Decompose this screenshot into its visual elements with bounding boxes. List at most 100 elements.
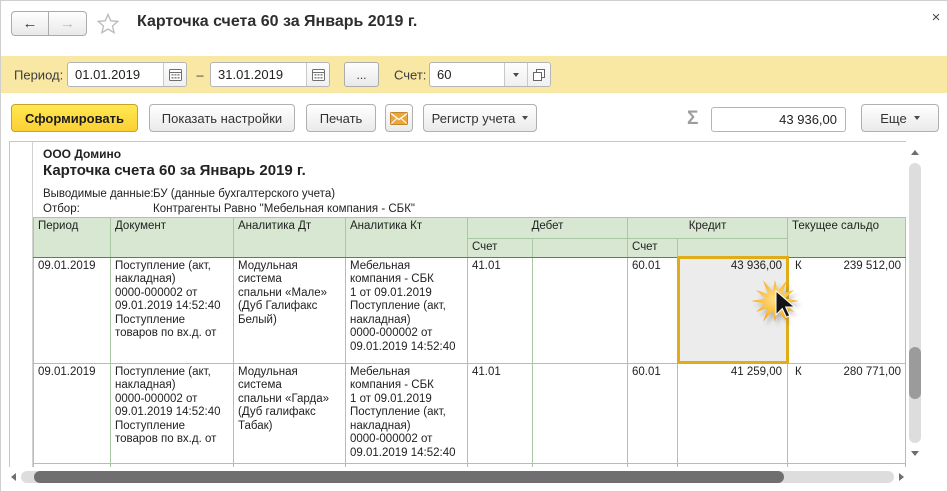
account-input[interactable]	[430, 63, 504, 86]
more-button-label: Еще	[880, 111, 906, 126]
horizontal-scroll-thumb[interactable]	[34, 471, 784, 483]
account-dropdown-button[interactable]	[504, 63, 527, 86]
balance-amount: 280 771,00	[843, 366, 901, 380]
table-row: 09.01.2019 Поступление (акт, накладная) …	[34, 363, 906, 463]
forward-button[interactable]: →	[49, 11, 87, 36]
cell-period[interactable]: 09.01.2019	[34, 363, 111, 463]
report-title: Карточка счета 60 за Январь 2019 г.	[43, 162, 306, 179]
header-analytics-dt[interactable]: Аналитика Дт	[234, 218, 346, 258]
account-field	[429, 62, 551, 87]
scroll-up-arrow-icon[interactable]	[911, 150, 919, 155]
open-value-icon	[533, 69, 545, 81]
cell-credit-amount-selected[interactable]: 43 936,00	[678, 257, 788, 363]
print-button[interactable]: Печать	[306, 104, 376, 132]
header-credit[interactable]: Кредит	[628, 218, 788, 239]
vertical-scroll-thumb[interactable]	[909, 347, 921, 399]
cell-debit-amount[interactable]	[533, 257, 628, 363]
show-settings-button[interactable]: Показать настройки	[149, 104, 295, 132]
favorite-star-icon[interactable]	[97, 13, 119, 34]
report-toolbar: Сформировать Показать настройки Печать Р…	[1, 101, 948, 139]
date-to-field	[210, 62, 330, 87]
cell-analytics-kt[interactable]: Мебельная компания - СБК 1 от 09.01.2019…	[346, 257, 468, 363]
output-data-value: БУ (данные бухгалтерского учета)	[153, 188, 335, 200]
output-data-label: Выводимые данные:	[43, 188, 153, 200]
generate-button-label: Сформировать	[25, 111, 124, 126]
show-settings-label: Показать настройки	[162, 111, 282, 126]
register-button-label: Регистр учета	[432, 111, 516, 126]
selection-filter-label: Отбор:	[43, 203, 153, 215]
print-button-label: Печать	[320, 111, 363, 126]
header-document[interactable]: Документ	[111, 218, 234, 258]
cell-credit-account[interactable]: 60.01	[628, 363, 678, 463]
header-credit-account[interactable]: Счет	[628, 239, 678, 258]
envelope-icon	[390, 112, 408, 125]
date-from-calendar-button[interactable]	[163, 63, 186, 86]
cell-balance[interactable]: К 280 771,00	[788, 363, 906, 463]
cell-balance[interactable]: К 239 512,00	[788, 257, 906, 363]
nav-history-group: ← →	[11, 11, 87, 36]
caret-down-icon	[914, 116, 920, 120]
balance-side: К	[795, 260, 802, 274]
window-title: Карточка счета 60 за Январь 2019 г.	[137, 13, 417, 31]
cell-analytics-kt[interactable]: Мебельная компания - СБК 1 от 09.01.2019…	[346, 363, 468, 463]
period-label: Период:	[14, 67, 63, 82]
date-range-dash: –	[193, 67, 207, 82]
vertical-scrollbar	[907, 143, 923, 463]
table-row-clipped	[34, 463, 906, 467]
date-to-input[interactable]	[211, 63, 306, 86]
cell-document[interactable]: Поступление (акт, накладная) 0000-000002…	[111, 257, 234, 363]
generate-button[interactable]: Сформировать	[11, 104, 138, 132]
header-debit-amount[interactable]	[533, 239, 628, 258]
balance-side: К	[795, 366, 802, 380]
more-menu-button[interactable]: Еще	[861, 104, 939, 132]
caret-down-icon	[522, 116, 528, 120]
calendar-icon	[169, 68, 182, 81]
scroll-right-arrow-icon[interactable]	[899, 473, 904, 481]
selection-filter-row: Отбор: Контрагенты Равно "Мебельная комп…	[43, 203, 415, 215]
date-from-input[interactable]	[68, 63, 163, 86]
sum-sigma-icon: Σ	[687, 108, 698, 130]
account-card-window: ← → Карточка счета 60 за Январь 2019 г. …	[0, 0, 948, 492]
send-mail-button[interactable]	[385, 104, 413, 132]
cell-document[interactable]: Поступление (акт, накладная) 0000-000002…	[111, 363, 234, 463]
horizontal-scroll-track[interactable]	[21, 471, 894, 483]
calendar-icon	[312, 68, 325, 81]
header-period[interactable]: Период	[34, 218, 111, 258]
organization-name: ООО Домино	[43, 147, 121, 161]
header-debit[interactable]: Дебет	[468, 218, 628, 239]
horizontal-scrollbar	[9, 470, 906, 485]
header-analytics-kt[interactable]: Аналитика Кт	[346, 218, 468, 258]
vertical-scroll-track[interactable]	[909, 163, 921, 443]
account-label: Счет:	[394, 67, 426, 82]
autosum-field[interactable]	[711, 107, 846, 132]
back-button[interactable]: ←	[11, 11, 49, 36]
cell-credit-amount[interactable]: 41 259,00	[678, 363, 788, 463]
account-open-button[interactable]	[527, 63, 550, 86]
header-debit-account[interactable]: Счет	[468, 239, 533, 258]
cell-analytics-dt[interactable]: Модульная система спальни «Мале» (Дуб Га…	[234, 257, 346, 363]
balance-amount: 239 512,00	[843, 260, 901, 274]
cell-debit-account[interactable]: 41.01	[468, 257, 533, 363]
row-header-strip	[10, 142, 33, 467]
filter-bar: Период: –	[1, 56, 948, 93]
caret-down-icon	[513, 73, 519, 77]
header-balance[interactable]: Текущее сальдо	[788, 218, 906, 258]
header-credit-amount[interactable]	[678, 239, 788, 258]
cell-period[interactable]: 09.01.2019	[34, 257, 111, 363]
register-menu-button[interactable]: Регистр учета	[423, 104, 537, 132]
report-spreadsheet: ООО Домино Карточка счета 60 за Январь 2…	[9, 141, 906, 467]
selection-filter-value: Контрагенты Равно "Мебельная компания - …	[153, 203, 415, 215]
cell-debit-amount[interactable]	[533, 363, 628, 463]
date-to-calendar-button[interactable]	[306, 63, 329, 86]
table-row: 09.01.2019 Поступление (акт, накладная) …	[34, 257, 906, 363]
cell-analytics-dt[interactable]: Модульная система спальни «Гарда» (Дуб г…	[234, 363, 346, 463]
close-icon[interactable]: ×	[927, 9, 945, 27]
output-data-row: Выводимые данные: БУ (данные бухгалтерск…	[43, 188, 335, 200]
cell-credit-account[interactable]: 60.01	[628, 257, 678, 363]
date-from-field	[67, 62, 187, 87]
scroll-down-arrow-icon[interactable]	[911, 451, 919, 456]
cell-debit-account[interactable]: 41.01	[468, 363, 533, 463]
period-options-button[interactable]: ...	[344, 62, 379, 87]
scroll-left-arrow-icon[interactable]	[11, 473, 16, 481]
account-card-table: Период Документ Аналитика Дт Аналитика К…	[33, 217, 906, 467]
